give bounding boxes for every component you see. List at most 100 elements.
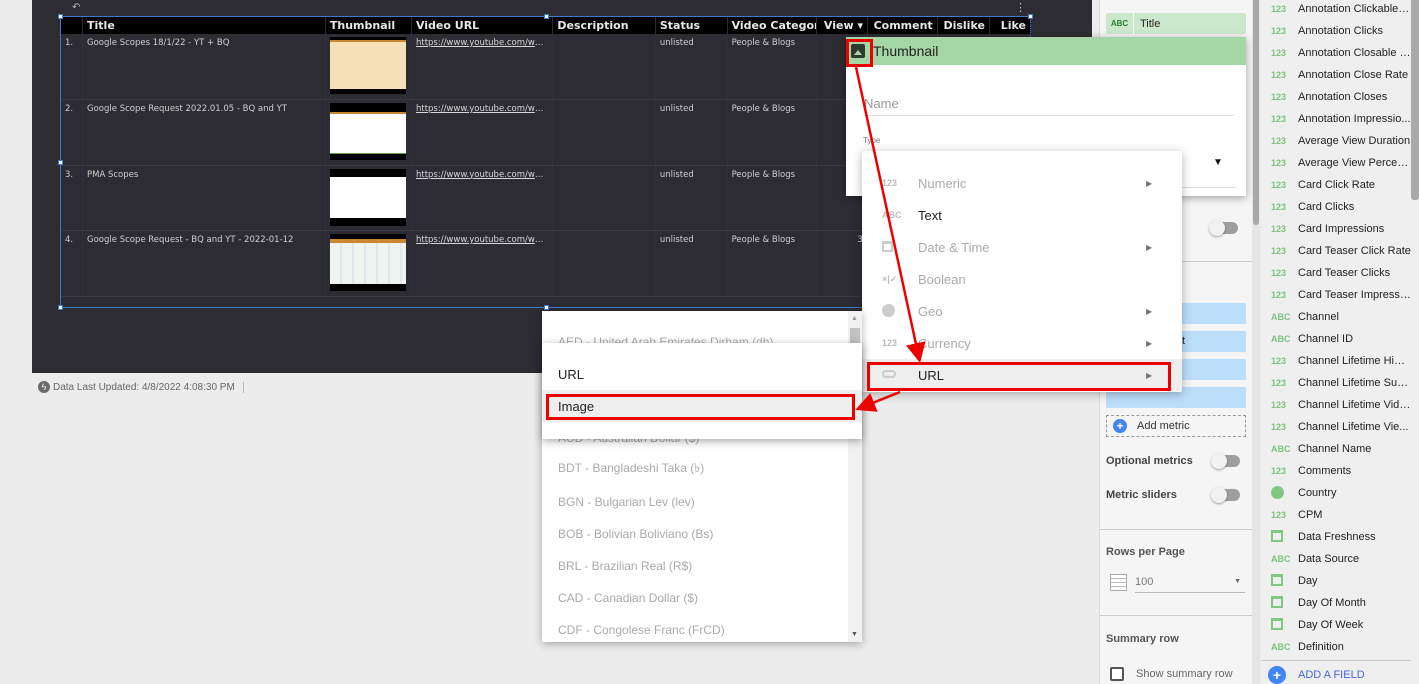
type-menu-item-numeric[interactable]: 123 Numeric ▶ bbox=[862, 167, 1182, 199]
field-item[interactable]: 123 Annotation Impressio... bbox=[1261, 108, 1411, 130]
metric-sliders-toggle[interactable] bbox=[1211, 487, 1240, 503]
row-number: 4. bbox=[61, 230, 84, 297]
field-name: Card Teaser Clicks bbox=[1298, 267, 1391, 279]
dimension-chip-title[interactable]: ABC Title bbox=[1106, 13, 1246, 34]
cell-video-url[interactable]: https://www.youtube.com/wat... bbox=[411, 34, 554, 100]
field-item[interactable]: 123 Card Teaser Impressi... bbox=[1261, 284, 1411, 306]
header-like[interactable]: Like bbox=[989, 17, 1032, 34]
field-item[interactable]: 123 Average View Percent... bbox=[1261, 152, 1411, 174]
currency-item[interactable]: CAD - Canadian Dollar ($) bbox=[558, 582, 698, 614]
field-name: Channel Lifetime Vie... bbox=[1298, 421, 1409, 433]
type-dropdown-caret-icon[interactable]: ▼ bbox=[1213, 157, 1223, 168]
currency-item[interactable]: BOB - Bolivian Boliviano (Bs) bbox=[558, 518, 713, 550]
undo-icon[interactable]: ↶ bbox=[72, 2, 80, 13]
field-item[interactable]: ABC Channel ID bbox=[1261, 328, 1411, 350]
field-item[interactable]: 123 CPM bbox=[1261, 504, 1411, 526]
show-summary-row-checkbox[interactable] bbox=[1110, 667, 1124, 681]
more-vert-icon[interactable]: ⋮ bbox=[1015, 1, 1026, 14]
optional-metrics-toggle[interactable] bbox=[1211, 453, 1240, 469]
field-item[interactable]: 123 Card Impressions bbox=[1261, 218, 1411, 240]
field-item[interactable]: 123 Card Teaser Clicks bbox=[1261, 262, 1411, 284]
field-item[interactable]: 123 Channel Lifetime Sub... bbox=[1261, 372, 1411, 394]
field-item[interactable]: 123 Card Teaser Click Rate bbox=[1261, 240, 1411, 262]
cell-description bbox=[552, 34, 656, 100]
resize-handle[interactable] bbox=[544, 14, 549, 19]
field-item[interactable]: Data Freshness bbox=[1261, 526, 1411, 548]
field-item[interactable]: 123 Annotation Clicks bbox=[1261, 20, 1411, 42]
scroll-down-icon[interactable]: ▼ bbox=[851, 631, 858, 638]
add-metric-button[interactable]: + Add metric bbox=[1106, 415, 1246, 437]
header-comment[interactable]: Comment bbox=[867, 17, 938, 34]
field-item[interactable]: 123 Annotation Clickable I... bbox=[1261, 0, 1411, 20]
field-item[interactable]: 123 Channel Lifetime Hidd... bbox=[1261, 350, 1411, 372]
field-item[interactable]: 123 Average View Duration bbox=[1261, 130, 1411, 152]
fields-scrollbar[interactable] bbox=[1411, 0, 1419, 200]
type-menu-item-url[interactable]: URL ▶ bbox=[862, 359, 1182, 391]
resize-handle[interactable] bbox=[58, 160, 63, 165]
divider bbox=[1100, 615, 1252, 616]
currency-item[interactable]: BDT - Bangladeshi Taka (৳) bbox=[558, 454, 704, 486]
scrollbar-thumb[interactable] bbox=[1253, 0, 1259, 225]
data-last-updated: ϟ Data Last Updated: 4/8/2022 4:08:30 PM bbox=[38, 381, 244, 393]
type-menu-item-geo[interactable]: Geo ▶ bbox=[862, 295, 1182, 327]
field-item[interactable]: 123 Card Clicks bbox=[1261, 196, 1411, 218]
type-menu-item-text[interactable]: ABC Text bbox=[862, 199, 1182, 231]
type-menu-item-currency[interactable]: 123 Currency ▶ bbox=[862, 327, 1182, 359]
header-description[interactable]: Description bbox=[552, 17, 656, 34]
field-item[interactable]: ABC Channel bbox=[1261, 306, 1411, 328]
field-item[interactable]: ABC Channel Name bbox=[1261, 438, 1411, 460]
header-video-category[interactable]: Video Category bbox=[727, 17, 817, 34]
header-status[interactable]: Status bbox=[655, 17, 728, 34]
field-item[interactable]: Country bbox=[1261, 482, 1411, 504]
currency-item[interactable]: BGN - Bulgarian Lev (lev) bbox=[558, 486, 695, 518]
resize-handle[interactable] bbox=[1028, 14, 1033, 19]
scroll-up-icon[interactable]: ▲ bbox=[851, 315, 858, 322]
url-submenu-item-image[interactable]: Image bbox=[542, 390, 862, 422]
image-icon[interactable] bbox=[851, 44, 865, 58]
field-item[interactable]: Day Of Week bbox=[1261, 614, 1411, 636]
header-dislike[interactable]: Dislike bbox=[937, 17, 990, 34]
field-item[interactable]: 123 Annotation Close Rate bbox=[1261, 64, 1411, 86]
field-item[interactable]: Day Of Month bbox=[1261, 592, 1411, 614]
cell-title: Google Scope Request 2022.01.05 - BQ and… bbox=[82, 99, 326, 166]
field-name: Data Source bbox=[1298, 553, 1360, 565]
field-item[interactable]: 123 Comments bbox=[1261, 460, 1411, 482]
header-view[interactable]: View ▾ bbox=[816, 17, 868, 34]
plus-icon: + bbox=[1113, 419, 1127, 433]
type-menu-item-boolean[interactable]: ×|✓ Boolean bbox=[862, 263, 1182, 295]
url-submenu-item-url[interactable]: URL bbox=[542, 358, 862, 390]
numeric-type-icon: 123 bbox=[1271, 246, 1287, 256]
cell-video-url[interactable]: https://www.youtube.com/wat... bbox=[411, 230, 554, 297]
field-item[interactable]: 123 Annotation Closable I... bbox=[1261, 42, 1411, 64]
field-item[interactable]: 123 Channel Lifetime Vie... bbox=[1261, 416, 1411, 438]
header-title[interactable]: Title bbox=[82, 17, 326, 34]
header-video-url[interactable]: Video URL bbox=[411, 17, 554, 34]
plus-icon: + bbox=[1268, 666, 1286, 684]
cell-title: Google Scope Request - BQ and YT - 2022-… bbox=[82, 230, 326, 297]
link-icon bbox=[862, 370, 918, 380]
field-name: Card Teaser Impressi... bbox=[1298, 289, 1411, 301]
metric-sliders-label: Metric sliders bbox=[1106, 489, 1177, 501]
toggle-switch[interactable] bbox=[1209, 220, 1238, 236]
cell-video-url[interactable]: https://www.youtube.com/wat... bbox=[411, 99, 554, 166]
currency-item[interactable]: CDF - Congolese Franc (FrCD) bbox=[558, 614, 725, 642]
rows-per-page-select[interactable]: 100 ▼ bbox=[1110, 571, 1246, 593]
field-name: Data Freshness bbox=[1298, 531, 1376, 543]
type-menu-item-date-time[interactable]: Date & Time ▶ bbox=[862, 231, 1182, 263]
field-item[interactable]: 123 Card Click Rate bbox=[1261, 174, 1411, 196]
submenu-arrow-icon: ▶ bbox=[1146, 242, 1153, 252]
header-thumbnail[interactable]: Thumbnail bbox=[325, 17, 412, 34]
currency-item[interactable]: BRL - Brazilian Real (R$) bbox=[558, 550, 692, 582]
field-item[interactable]: ABC Data Source bbox=[1261, 548, 1411, 570]
cell-video-url[interactable]: https://www.youtube.com/wat... bbox=[411, 165, 554, 231]
field-item[interactable]: 123 Channel Lifetime Vide... bbox=[1261, 394, 1411, 416]
field-item[interactable]: 123 Annotation Closes bbox=[1261, 86, 1411, 108]
field-item[interactable]: ABC Definition bbox=[1261, 636, 1411, 658]
properties-scrollbar[interactable] bbox=[1252, 0, 1260, 684]
resize-handle[interactable] bbox=[544, 305, 549, 310]
resize-handle[interactable] bbox=[58, 305, 63, 310]
field-item[interactable]: Day bbox=[1261, 570, 1411, 592]
add-a-field-button[interactable]: + ADD A FIELD bbox=[1268, 666, 1365, 684]
resize-handle[interactable] bbox=[58, 14, 63, 19]
name-input[interactable]: Name bbox=[864, 96, 1234, 116]
